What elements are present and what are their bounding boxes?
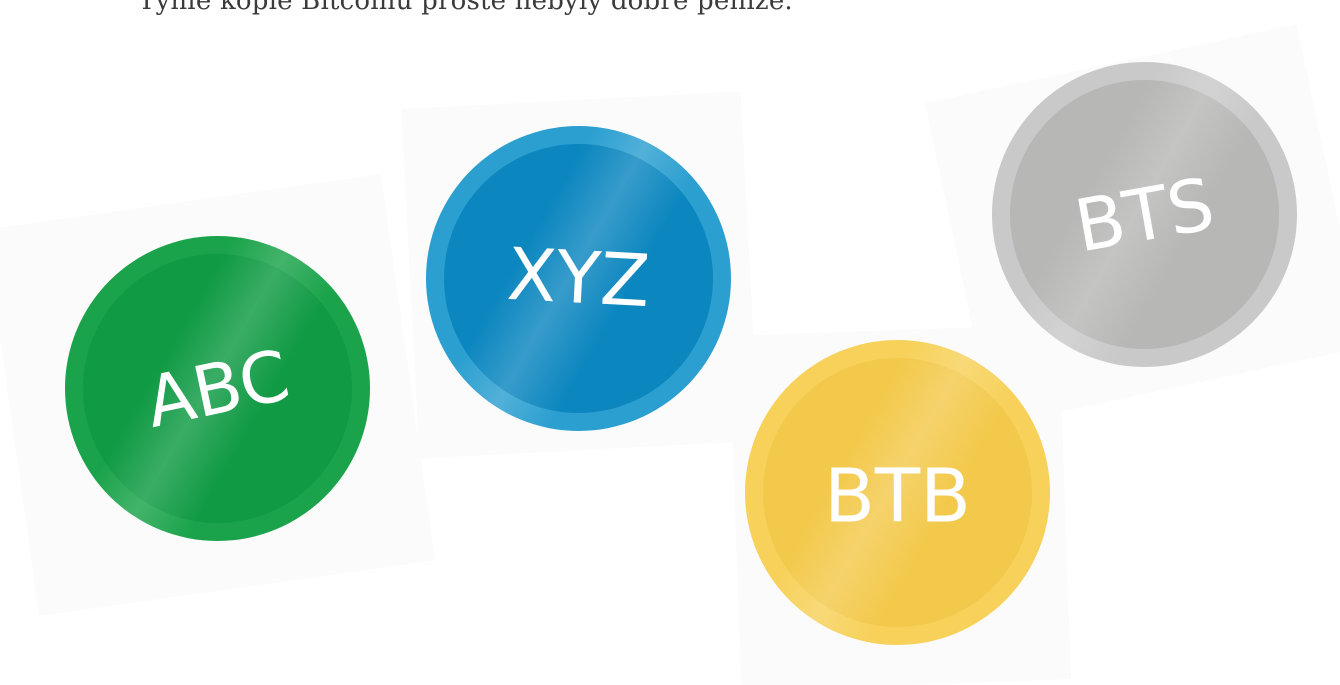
btb-coin: BTB bbox=[745, 340, 1050, 645]
illustration-page: Tyhle kopie Bitcoinu prostě nebyly dobré… bbox=[0, 0, 1340, 685]
abc-coin: ABC bbox=[65, 236, 370, 541]
btb-coin-label: BTB bbox=[824, 453, 971, 540]
bts-coin: BTS bbox=[992, 62, 1297, 367]
xyz-coin-label: XYZ bbox=[505, 231, 652, 323]
caption-text: Tyhle kopie Bitcoinu prostě nebyly dobré… bbox=[138, 0, 793, 16]
xyz-coin: XYZ bbox=[426, 126, 731, 431]
